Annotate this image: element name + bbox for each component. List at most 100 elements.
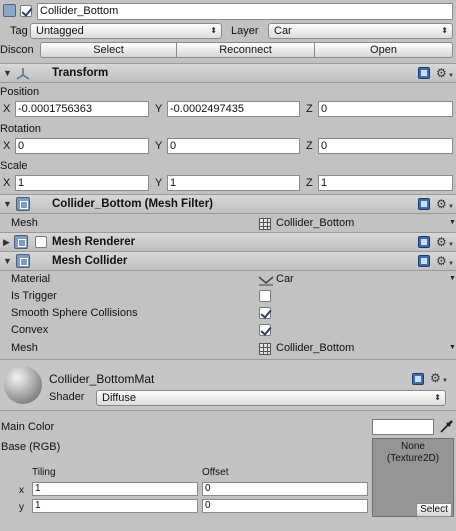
material-preview-sphere <box>4 366 42 404</box>
prefab-status-label: Discon <box>0 44 34 56</box>
texture-type-label: (Texture2D) <box>386 453 440 464</box>
gear-icon[interactable]: ⚙ <box>436 67 447 79</box>
shader-label: Shader <box>49 391 85 403</box>
offset-x-input[interactable]: 0 <box>202 482 368 496</box>
mesh-renderer-header[interactable]: ▶ Mesh Renderer ⚙ ▼ <box>0 232 456 252</box>
tiling-y-axis-label: y <box>19 502 24 513</box>
mesh-collider-mesh-value[interactable]: Collider_Bottom <box>276 342 354 354</box>
chevron-down-icon: ▼ <box>442 378 448 384</box>
mesh-renderer-icon <box>14 235 28 249</box>
help-book-icon[interactable] <box>418 198 430 210</box>
mesh-asset-icon <box>259 343 271 355</box>
mesh-filter-title: Collider_Bottom (Mesh Filter) <box>52 198 214 210</box>
base-rgb-label: Base (RGB) <box>1 441 61 453</box>
offset-label: Offset <box>202 467 229 478</box>
mesh-renderer-enabled-checkbox[interactable] <box>35 236 47 248</box>
foldout-expanded-icon[interactable]: ▼ <box>3 199 12 209</box>
gameobject-icon <box>3 4 16 17</box>
mesh-filter-mesh-label: Mesh <box>11 217 38 229</box>
convex-label: Convex <box>11 324 49 336</box>
help-book-icon[interactable] <box>412 373 424 385</box>
mesh-filter-header[interactable]: ▼ Collider_Bottom (Mesh Filter) ⚙ ▼ <box>0 194 456 214</box>
chevron-updown-icon: ⬍ <box>434 393 441 402</box>
tiling-label: Tiling <box>32 467 56 478</box>
object-name-input[interactable]: Collider_Bottom <box>37 3 453 20</box>
prefab-select-button[interactable]: Select <box>40 42 177 58</box>
help-book-icon[interactable] <box>418 255 430 267</box>
tag-dropdown[interactable]: Untagged ⬍ <box>30 23 222 39</box>
prefab-open-button[interactable]: Open <box>314 42 453 58</box>
mesh-renderer-title: Mesh Renderer <box>52 236 136 248</box>
rotation-z-label[interactable]: Z <box>306 140 313 152</box>
smooth-sphere-label: Smooth Sphere Collisions <box>11 307 138 319</box>
rotation-z-input[interactable]: 0 <box>318 138 453 154</box>
rotation-label: Rotation <box>0 123 41 135</box>
chevron-updown-icon: ⬍ <box>441 26 448 35</box>
help-book-icon[interactable] <box>418 236 430 248</box>
transform-header[interactable]: ▼ Transform ⚙ ▼ <box>0 63 456 83</box>
physic-material-icon <box>258 276 274 286</box>
tiling-y-input[interactable]: 1 <box>32 499 198 513</box>
texture-none-label: None <box>401 441 425 452</box>
foldout-collapsed-icon[interactable]: ▶ <box>3 237 10 248</box>
main-color-swatch[interactable] <box>372 419 434 435</box>
tiling-x-input[interactable]: 1 <box>32 482 198 496</box>
chevron-down-icon: ▼ <box>448 73 454 79</box>
rotation-y-label[interactable]: Y <box>155 140 162 152</box>
active-checkbox[interactable] <box>20 5 32 17</box>
tiling-x-axis-label: x <box>19 485 24 496</box>
rotation-y-input[interactable]: 0 <box>167 138 300 154</box>
position-y-label[interactable]: Y <box>155 103 162 115</box>
position-x-input[interactable]: -0.0001756363 <box>15 101 149 117</box>
scale-z-label[interactable]: Z <box>306 177 313 189</box>
object-picker-arrow-icon[interactable]: ▼ <box>449 344 456 351</box>
smooth-sphere-checkbox[interactable] <box>259 307 271 319</box>
gear-icon[interactable]: ⚙ <box>436 236 447 248</box>
chevron-down-icon: ▼ <box>448 242 454 248</box>
object-picker-arrow-icon[interactable]: ▼ <box>449 219 456 226</box>
material-name: Collider_BottomMat <box>49 372 155 386</box>
gear-icon[interactable]: ⚙ <box>436 255 447 267</box>
help-book-icon[interactable] <box>418 67 430 79</box>
position-y-input[interactable]: -0.0002497435 <box>167 101 300 117</box>
position-x-label[interactable]: X <box>3 103 10 115</box>
layer-dropdown[interactable]: Car ⬍ <box>268 23 453 39</box>
layer-value: Car <box>274 25 292 37</box>
mesh-collider-mesh-label: Mesh <box>11 342 38 354</box>
mesh-filter-mesh-value[interactable]: Collider_Bottom <box>276 217 354 229</box>
rotation-x-input[interactable]: 0 <box>15 138 149 154</box>
scale-x-label[interactable]: X <box>3 177 10 189</box>
gear-icon[interactable]: ⚙ <box>430 372 441 384</box>
transform-title: Transform <box>52 67 109 79</box>
offset-y-input[interactable]: 0 <box>202 499 368 513</box>
object-picker-arrow-icon[interactable]: ▼ <box>449 275 456 282</box>
mesh-asset-icon <box>259 218 271 230</box>
position-z-input[interactable]: 0 <box>318 101 453 117</box>
chevron-down-icon: ▼ <box>448 261 454 267</box>
eyedropper-icon[interactable] <box>438 419 454 435</box>
mesh-collider-header[interactable]: ▼ Mesh Collider ⚙ ▼ <box>0 251 456 271</box>
chevron-updown-icon: ⬍ <box>210 26 217 35</box>
transform-axes-icon <box>16 68 30 80</box>
shader-dropdown[interactable]: Diffuse ⬍ <box>96 390 446 406</box>
tag-value: Untagged <box>36 25 84 37</box>
is-trigger-checkbox[interactable] <box>259 290 271 302</box>
convex-checkbox[interactable] <box>259 324 271 336</box>
foldout-expanded-icon[interactable]: ▼ <box>3 68 12 78</box>
scale-z-input[interactable]: 1 <box>318 175 453 191</box>
material-value[interactable]: Car <box>276 273 294 285</box>
shader-value: Diffuse <box>102 392 137 404</box>
prefab-reconnect-button[interactable]: Reconnect <box>176 42 315 58</box>
scale-y-label[interactable]: Y <box>155 177 162 189</box>
mesh-filter-icon <box>16 197 30 211</box>
main-color-label: Main Color <box>1 421 55 433</box>
position-z-label[interactable]: Z <box>306 103 313 115</box>
texture-select-button[interactable]: Select <box>416 503 452 517</box>
rotation-x-label[interactable]: X <box>3 140 10 152</box>
scale-x-input[interactable]: 1 <box>15 175 149 191</box>
scale-y-input[interactable]: 1 <box>167 175 300 191</box>
is-trigger-label: Is Trigger <box>11 290 57 302</box>
foldout-expanded-icon[interactable]: ▼ <box>3 256 12 266</box>
gear-icon[interactable]: ⚙ <box>436 198 447 210</box>
layer-label: Layer <box>231 25 259 37</box>
